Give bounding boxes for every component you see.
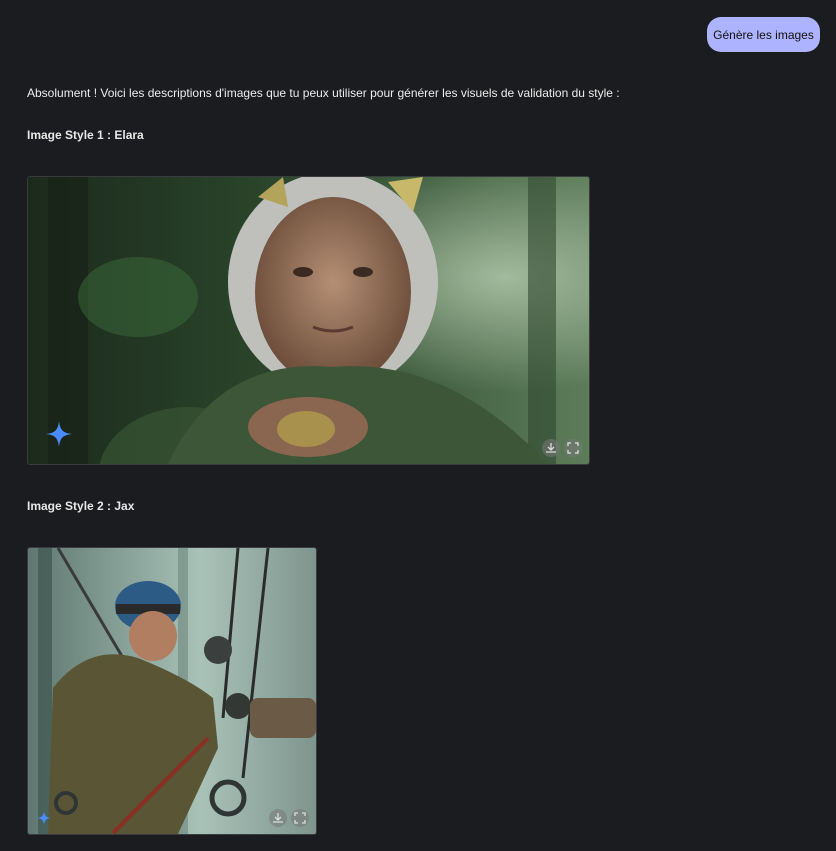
fullscreen-icon[interactable]	[564, 439, 582, 457]
sparkle-icon	[37, 811, 51, 830]
download-icon[interactable]	[269, 809, 287, 827]
generated-image-elara[interactable]	[27, 176, 590, 465]
image-1-heading: Image Style 1 : Elara	[27, 128, 144, 142]
generated-image-jax[interactable]	[27, 547, 317, 835]
jax-illustration	[28, 548, 316, 834]
download-icon[interactable]	[542, 439, 560, 457]
image-2-heading: Image Style 2 : Jax	[27, 499, 135, 513]
user-message-bubble: Génère les images	[707, 17, 820, 52]
response-intro: Absolument ! Voici les descriptions d'im…	[27, 86, 620, 100]
sparkle-icon	[46, 421, 72, 452]
elara-illustration	[28, 177, 589, 464]
fullscreen-icon[interactable]	[291, 809, 309, 827]
